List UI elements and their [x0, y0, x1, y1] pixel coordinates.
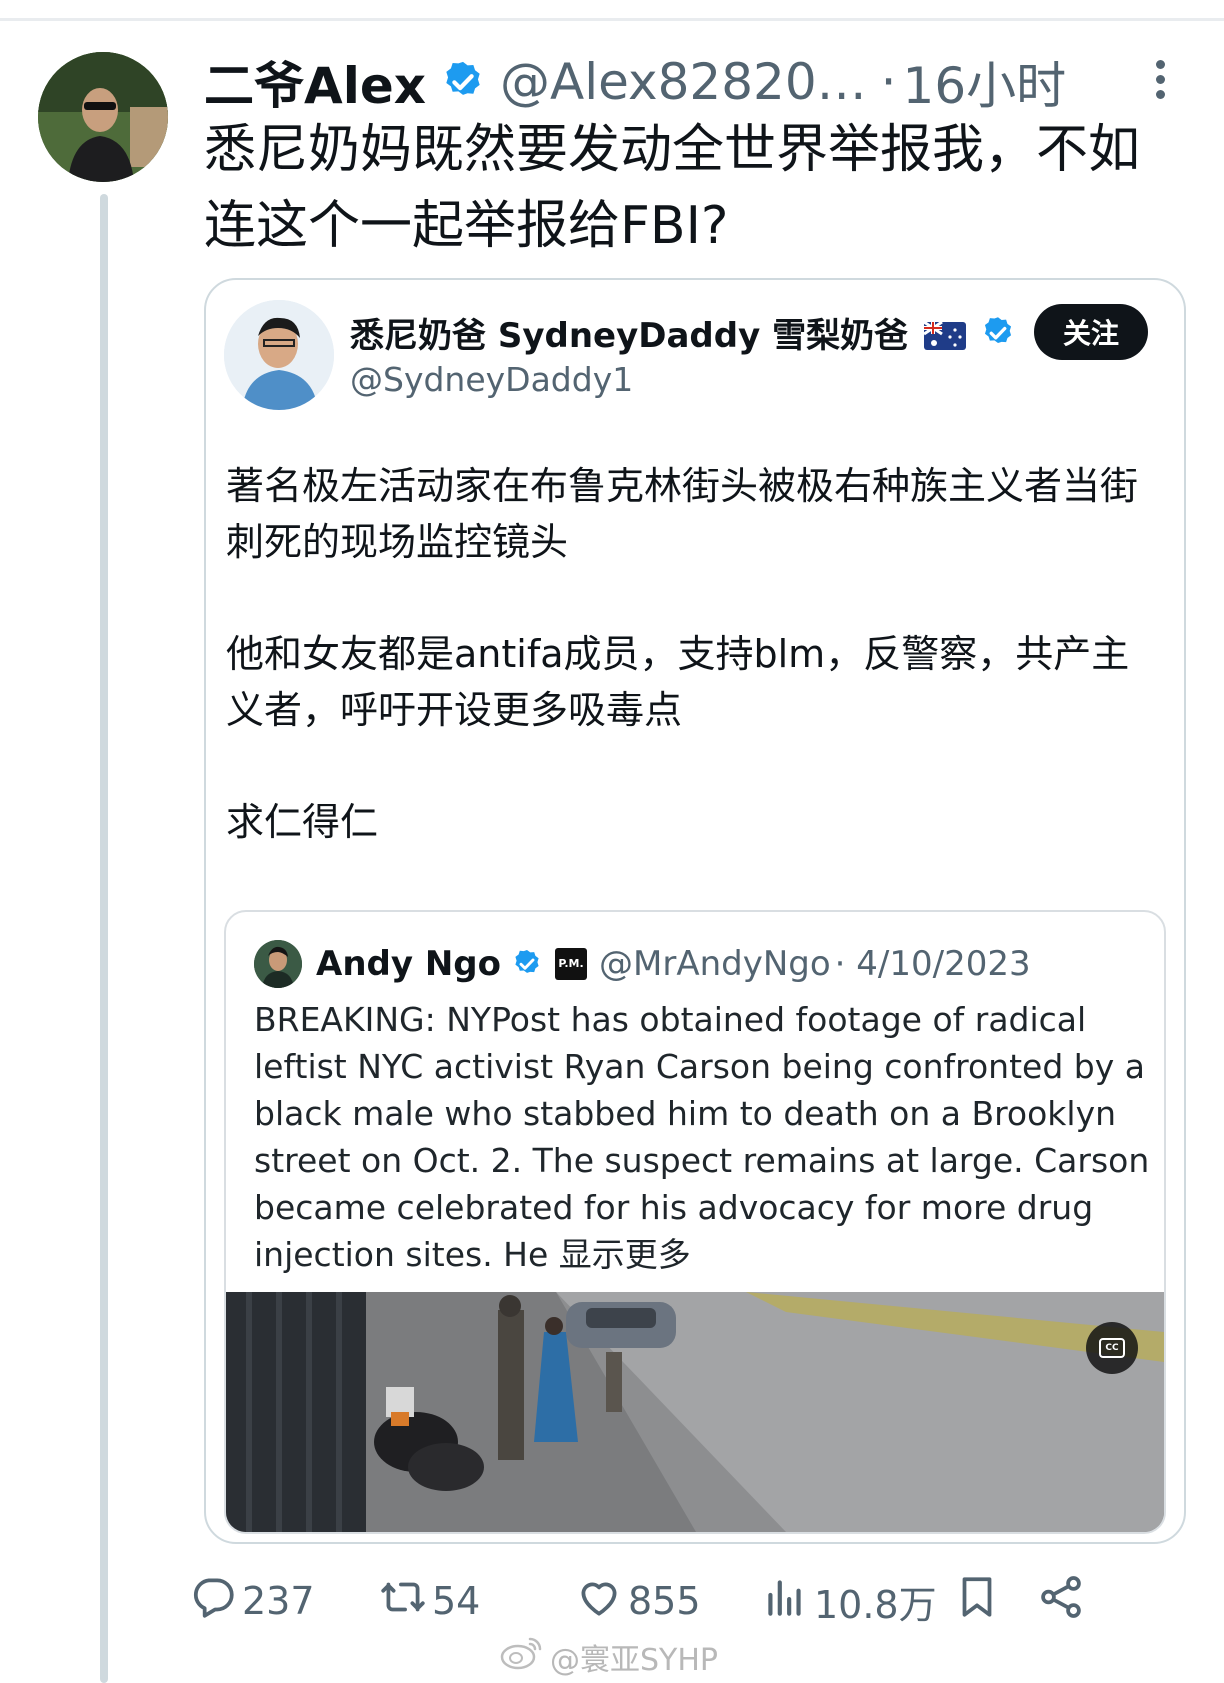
bookmark-icon — [952, 1572, 1006, 1631]
more-vertical-icon[interactable] — [1150, 56, 1170, 106]
cc-label: CC — [1099, 1338, 1125, 1358]
verified-badge-icon — [511, 948, 543, 980]
tweet-text: 悉尼奶妈既然要发动全世界举报我，不如连这个一起举报给FBI? — [204, 120, 1141, 256]
author-name[interactable]: 二爷Alex — [204, 46, 426, 118]
author-handle[interactable]: @Alex82820… — [500, 53, 867, 111]
quoted-author-handle[interactable]: @SydneyDaddy1 — [350, 360, 633, 399]
watermark-text: @寰亚SYHP — [550, 1643, 719, 1678]
video-thumbnail[interactable]: CC — [226, 1292, 1164, 1532]
tweet-time[interactable]: 16小时 — [903, 46, 1067, 118]
quoted-tweet-body: 著名极左活动家在布鲁克林街头被极右种族主义者当街刺死的现场监控镜头 他和女友都是… — [226, 458, 1156, 906]
share-icon — [1036, 1572, 1090, 1631]
quoted-paragraph: 他和女友都是antifa成员，支持blm，反警察，共产主义者，呼吁开设更多吸毒点 — [226, 632, 1130, 732]
verified-badge-icon — [440, 59, 486, 105]
show-more-link[interactable]: 显示更多 — [559, 1235, 691, 1274]
heart-icon — [574, 1572, 628, 1631]
quoted-author-avatar[interactable] — [224, 300, 334, 410]
share-button[interactable] — [1036, 1566, 1090, 1636]
retweet-icon — [378, 1572, 432, 1631]
australia-flag-icon — [923, 319, 967, 350]
quoted-paragraph: 著名极左活动家在布鲁克林街头被极右种族主义者当街刺死的现场监控镜头 — [226, 464, 1139, 564]
reply-count: 237 — [242, 1579, 315, 1623]
inner-tweet-header: Andy Ngo P.M. @MrAndyNgo · 4/10/2023 — [316, 938, 1031, 990]
retweet-button[interactable]: 54 — [378, 1566, 480, 1636]
reply-bubble-icon — [188, 1572, 242, 1631]
verified-badge-icon — [980, 315, 1016, 351]
thread-line — [100, 194, 108, 1683]
header-separator: · — [880, 53, 897, 111]
views-button[interactable]: 10.8万 — [760, 1566, 937, 1636]
retweet-count: 54 — [432, 1579, 481, 1623]
quoted-tweet-card[interactable]: 悉尼奶爸 SydneyDaddy 雪梨奶爸 @SydneyDaddy1 关注 著… — [204, 278, 1186, 1544]
weibo-watermark: @寰亚SYHP — [500, 1635, 719, 1679]
inner-tweet-text-block: BREAKING: NYPost has obtained footage of… — [254, 996, 1154, 1278]
inner-author-name[interactable]: Andy Ngo — [316, 944, 501, 984]
closed-captions-icon[interactable]: CC — [1086, 1322, 1138, 1374]
pm-affiliation-badge: P.M. — [555, 948, 588, 980]
inner-tweet-date: · 4/10/2023 — [834, 944, 1031, 984]
inner-tweet-text: BREAKING: NYPost has obtained footage of… — [254, 1000, 1150, 1274]
like-button[interactable]: 855 — [574, 1566, 701, 1636]
like-count: 855 — [628, 1579, 701, 1623]
reply-button[interactable]: 237 — [188, 1566, 315, 1636]
action-bar: 237 54 855 10.8万 — [193, 1566, 1180, 1636]
weibo-logo-icon — [500, 1635, 550, 1679]
top-divider — [0, 18, 1224, 21]
tweet-header: 二爷Alex @Alex82820… · 16小时 — [204, 48, 1164, 116]
inner-quoted-tweet[interactable]: Andy Ngo P.M. @MrAndyNgo · 4/10/2023 BRE… — [224, 910, 1166, 1534]
author-avatar[interactable] — [38, 52, 168, 182]
bookmark-button[interactable] — [952, 1566, 1006, 1636]
bar-chart-icon — [760, 1572, 814, 1631]
inner-author-avatar[interactable] — [254, 940, 302, 988]
quoted-paragraph: 求仁得仁 — [226, 800, 379, 844]
views-count: 10.8万 — [814, 1582, 937, 1627]
quoted-author-name[interactable]: 悉尼奶爸 SydneyDaddy 雪梨奶爸 — [350, 308, 908, 357]
follow-button[interactable]: 关注 — [1034, 304, 1148, 360]
inner-author-handle[interactable]: @MrAndyNgo — [599, 944, 831, 984]
quoted-author-line: 悉尼奶爸 SydneyDaddy 雪梨奶爸 — [350, 308, 1016, 357]
